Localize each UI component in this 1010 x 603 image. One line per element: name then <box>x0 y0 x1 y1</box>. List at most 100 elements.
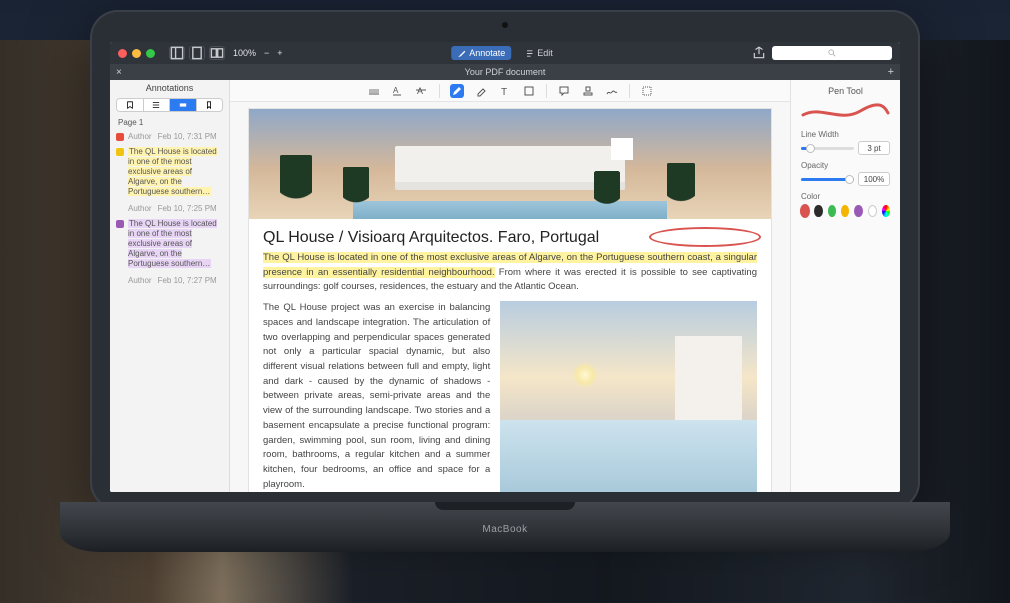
opacity-slider[interactable] <box>801 178 854 181</box>
annotate-mode-button[interactable]: Annotate <box>451 46 511 60</box>
line-width-label: Line Width <box>801 130 890 139</box>
laptop-bezel: 100% − + Annotate Edit <box>90 10 920 510</box>
color-swatches <box>801 205 890 217</box>
line-width-slider[interactable] <box>801 147 854 150</box>
opacity-label: Opacity <box>801 161 890 170</box>
sidebar-title: Annotations <box>110 80 229 96</box>
laptop-frame: 100% − + Annotate Edit <box>90 10 920 570</box>
eraser-tool[interactable] <box>474 84 488 98</box>
signature-tool[interactable] <box>605 84 619 98</box>
titlebar: 100% − + Annotate Edit <box>110 42 900 64</box>
close-window-button[interactable] <box>118 49 127 58</box>
color-swatch-green[interactable] <box>828 205 836 217</box>
zoom-out-button[interactable]: − <box>264 48 269 58</box>
annotation-time: Feb 10, 7:31 PM <box>158 132 217 141</box>
toolbar-separator <box>629 84 630 98</box>
edit-mode-button[interactable]: Edit <box>519 46 559 60</box>
document-paragraph: The QL House project was an exercise in … <box>263 301 490 492</box>
toolbar-separator <box>546 84 547 98</box>
highlight-annotation-icon <box>116 220 124 228</box>
list-icon <box>152 101 160 109</box>
app-body: Annotations Page 1 Author Feb 10, 7:31 PM <box>110 80 900 492</box>
pen-annotation-icon <box>116 133 124 141</box>
laptop-brand: MacBook <box>482 524 527 535</box>
window-controls <box>110 49 163 58</box>
inspector-title: Pen Tool <box>801 86 890 96</box>
document-image <box>500 301 757 492</box>
sidebar-toggle-button[interactable] <box>169 46 185 60</box>
document-tab-title[interactable]: Your PDF document <box>465 67 546 77</box>
page-scroll-area[interactable]: QL House / Visioarq Arquitectos. Faro, P… <box>230 102 790 492</box>
document-tabbar: × Your PDF document + <box>110 64 900 80</box>
annotation-item[interactable]: Author Feb 10, 7:31 PM <box>110 129 229 144</box>
color-swatch-purple[interactable] <box>854 205 862 217</box>
svg-text:T: T <box>501 87 507 97</box>
color-swatch-orange[interactable] <box>841 205 849 217</box>
sidebar-tabs <box>116 98 223 112</box>
annotate-label: Annotate <box>469 48 505 58</box>
color-swatch-custom[interactable] <box>882 205 890 217</box>
annotations-sidebar: Annotations Page 1 Author Feb 10, 7:31 PM <box>110 80 230 492</box>
close-tab-button[interactable]: × <box>116 67 122 78</box>
annotation-time: Feb 10, 7:27 PM <box>158 276 217 285</box>
single-page-button[interactable] <box>189 46 205 60</box>
annotation-time: Feb 10, 7:25 PM <box>158 204 217 213</box>
zoom-window-button[interactable] <box>146 49 155 58</box>
annotation-toolbar: A A T <box>230 80 790 102</box>
sidebar-tab-thumbnails[interactable] <box>144 99 171 111</box>
color-label: Color <box>801 192 890 201</box>
note-tool[interactable] <box>557 84 571 98</box>
document-area: A A T <box>230 80 790 492</box>
hero-image <box>249 109 771 219</box>
select-tool[interactable] <box>640 84 654 98</box>
opacity-value[interactable]: 100% <box>858 172 890 186</box>
zoom-in-button[interactable]: + <box>277 48 282 58</box>
shape-tool[interactable] <box>522 84 536 98</box>
highlight-annotation-icon <box>116 148 124 156</box>
sidebar-tab-outline[interactable] <box>117 99 144 111</box>
zoom-controls: 100% − + <box>231 48 285 58</box>
pen-tool[interactable] <box>450 84 464 98</box>
pen-ellipse-annotation[interactable] <box>649 227 761 247</box>
annotation-item[interactable]: The QL House is located in one of the mo… <box>110 144 229 216</box>
zoom-level[interactable]: 100% <box>233 48 256 58</box>
text-tool[interactable]: T <box>498 84 512 98</box>
app-window: 100% − + Annotate Edit <box>110 42 900 492</box>
bookmark-icon <box>126 101 134 109</box>
toolbar-separator <box>439 84 440 98</box>
underline-tool[interactable]: A <box>391 84 405 98</box>
stroke-preview <box>801 102 890 122</box>
tool-inspector: Pen Tool Line Width 3 pt Opacity <box>790 80 900 492</box>
annotation-excerpt: The QL House is located in one of the mo… <box>128 219 217 268</box>
sidebar-tab-bookmarks[interactable] <box>197 99 223 111</box>
edit-label: Edit <box>537 48 553 58</box>
annotation-author: Author <box>128 132 152 141</box>
annotation-item[interactable]: The QL House is located in one of the mo… <box>110 216 229 288</box>
new-tab-button[interactable]: + <box>888 66 894 78</box>
pdf-page: QL House / Visioarq Arquitectos. Faro, P… <box>248 108 772 492</box>
laptop-base: MacBook <box>60 502 950 552</box>
annotation-excerpt: The QL House is located in one of the mo… <box>128 147 217 196</box>
two-page-button[interactable] <box>209 46 225 60</box>
document-paragraph: The QL House is located in one of the mo… <box>249 251 771 301</box>
ribbon-icon <box>205 101 213 109</box>
stamp-tool[interactable] <box>581 84 595 98</box>
annotation-author: Author <box>128 204 152 213</box>
color-swatch-white[interactable] <box>868 205 877 217</box>
sidebar-page-label: Page 1 <box>110 114 229 129</box>
sidebar-tab-annotations[interactable] <box>170 99 197 111</box>
line-width-value[interactable]: 3 pt <box>858 141 890 155</box>
highlight-tool[interactable] <box>367 84 381 98</box>
view-mode-buttons <box>169 46 225 60</box>
color-swatch-red[interactable] <box>801 205 809 217</box>
search-input[interactable] <box>772 46 892 60</box>
share-button[interactable] <box>752 46 766 60</box>
minimize-window-button[interactable] <box>132 49 141 58</box>
highlight-icon <box>179 101 187 109</box>
strikethrough-tool[interactable]: A <box>415 84 429 98</box>
search-icon <box>828 49 836 57</box>
color-swatch-black[interactable] <box>814 205 822 217</box>
camera-dot <box>502 22 508 28</box>
svg-text:A: A <box>393 86 399 95</box>
document-heading: QL House / Visioarq Arquitectos. Faro, P… <box>249 219 771 251</box>
